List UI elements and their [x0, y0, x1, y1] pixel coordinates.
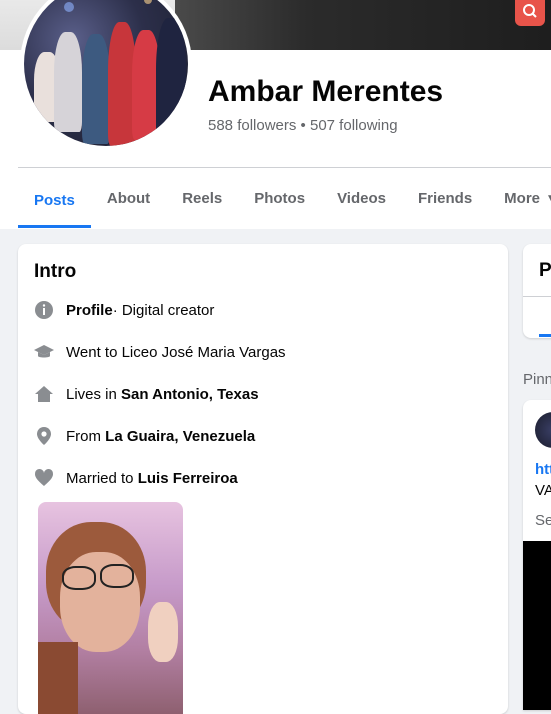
info-icon: [34, 300, 54, 320]
see-more-link[interactable]: Se: [535, 512, 551, 529]
follow-counts: 588 followers • 507 following: [208, 117, 398, 134]
tab-photos[interactable]: Photos: [238, 172, 321, 224]
avatar-photo: [24, 0, 188, 146]
tab-more[interactable]: More ▼: [488, 172, 551, 224]
intro-lives-city[interactable]: San Antonio, Texas: [121, 386, 259, 403]
post-link[interactable]: htt: [535, 461, 551, 478]
post-avatar[interactable]: [535, 412, 551, 448]
graduation-cap-icon: [34, 342, 54, 362]
intro-education-text: Went to Liceo José Maria Vargas: [66, 343, 286, 361]
featured-photo[interactable]: [38, 502, 183, 714]
profile-tabs: Posts About Reels Photos Videos Friends …: [18, 172, 551, 228]
search-icon: [522, 3, 538, 24]
tab-more-label: More: [504, 189, 541, 207]
intro-married-name[interactable]: Luis Ferreiroa: [138, 470, 238, 487]
home-icon: [34, 384, 54, 404]
following-link[interactable]: 507 following: [310, 117, 398, 134]
caret-down-icon: ▼: [546, 192, 551, 204]
tab-posts[interactable]: Posts: [18, 172, 91, 228]
right-card-title: P: [539, 260, 551, 281]
header-divider: [18, 167, 551, 168]
followers-link[interactable]: 588 followers: [208, 117, 296, 134]
intro-married-row: Married to Luis Ferreiroa: [34, 466, 238, 490]
intro-from-city[interactable]: La Guaira, Venezuela: [105, 428, 255, 445]
intro-from-prefix: From: [66, 427, 101, 445]
pinned-post-card: htt VA Se: [523, 400, 551, 710]
profile-header: Ambar Merentes 588 followers • 507 follo…: [0, 0, 551, 229]
right-card-divider: [523, 296, 551, 297]
pinned-label: Pinn: [523, 371, 551, 388]
tab-friends[interactable]: Friends: [402, 172, 488, 224]
intro-lives-prefix: Lives in: [66, 385, 117, 403]
profile-name: Ambar Merentes: [208, 75, 444, 108]
tab-about[interactable]: About: [91, 172, 166, 224]
tab-reels[interactable]: Reels: [166, 172, 238, 224]
post-text: VA: [535, 482, 551, 499]
intro-lives-row: Lives in San Antonio, Texas: [34, 382, 259, 406]
intro-card: Intro Profile · Digital creator Went to …: [18, 244, 508, 714]
intro-profile-row: Profile · Digital creator: [34, 298, 214, 322]
location-pin-icon: [34, 426, 54, 446]
heart-icon: [34, 468, 54, 488]
avatar[interactable]: [20, 0, 192, 150]
right-card-active-tab[interactable]: [539, 334, 551, 337]
intro-profile-suffix: · Digital creator: [112, 301, 215, 319]
tab-videos[interactable]: Videos: [321, 172, 402, 224]
right-posts-card: P: [523, 244, 551, 338]
intro-from-row: From La Guaira, Venezuela: [34, 424, 255, 448]
cover-dark-region: [175, 0, 551, 50]
intro-married-prefix: Married to: [66, 469, 134, 487]
intro-profile-prefix: Profile: [66, 301, 113, 319]
follow-separator: •: [296, 117, 310, 134]
intro-education-row: Went to Liceo José Maria Vargas: [34, 340, 286, 364]
intro-title: Intro: [34, 261, 77, 282]
cover-search-button[interactable]: [515, 0, 545, 26]
post-media[interactable]: [523, 541, 551, 710]
